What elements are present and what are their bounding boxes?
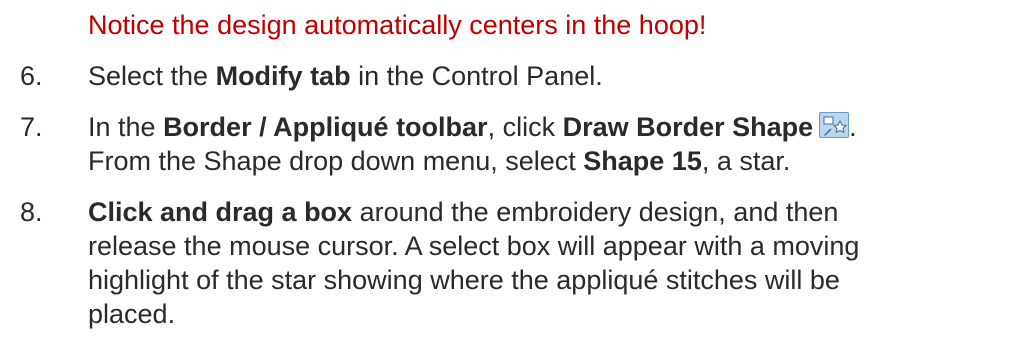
bold-span: Modify tab: [215, 61, 351, 91]
text-span: around the embroidery design, and then: [352, 197, 839, 227]
step-number: 8.: [20, 197, 43, 227]
text-span: Select the: [88, 61, 216, 91]
text-span: In the: [88, 112, 164, 142]
text-span: in the Control Panel.: [350, 61, 603, 91]
text-span: , click: [487, 112, 563, 142]
text-span: From the Shape drop down menu, select: [88, 146, 584, 176]
step-text: Select the Modify tab in the Control Pan…: [88, 59, 988, 93]
text-span: release the mouse cursor. A select box w…: [88, 231, 860, 261]
text-span: placed.: [88, 299, 176, 329]
step-text: In the Border / Appliqué toolbar, click …: [88, 110, 988, 178]
step-line: Click and drag a box around the embroide…: [88, 195, 988, 229]
text-span: .: [849, 112, 857, 142]
step-line: In the Border / Appliqué toolbar, click …: [88, 110, 988, 144]
step-line: Select the Modify tab in the Control Pan…: [88, 59, 988, 93]
step-line: highlight of the star showing where the …: [88, 263, 988, 297]
step-line: From the Shape drop down menu, select Sh…: [88, 144, 988, 178]
bold-span: Draw Border Shape: [562, 112, 814, 142]
step-number: 7.: [20, 112, 43, 142]
bold-span: Border / Appliqué toolbar: [163, 112, 488, 142]
text-span: , a star.: [701, 146, 791, 176]
step-line: placed.: [88, 297, 988, 331]
step-text: Click and drag a box around the embroide…: [88, 195, 988, 331]
note-text: Notice the design automatically centers …: [88, 10, 707, 40]
draw-border-shape-icon: [819, 112, 850, 138]
text-span: highlight of the star showing where the …: [88, 265, 840, 295]
step-line: release the mouse cursor. A select box w…: [88, 229, 988, 263]
step-number: 6.: [20, 61, 43, 91]
bold-span: Shape 15: [583, 146, 702, 176]
bold-span: Click and drag a box: [88, 197, 353, 227]
